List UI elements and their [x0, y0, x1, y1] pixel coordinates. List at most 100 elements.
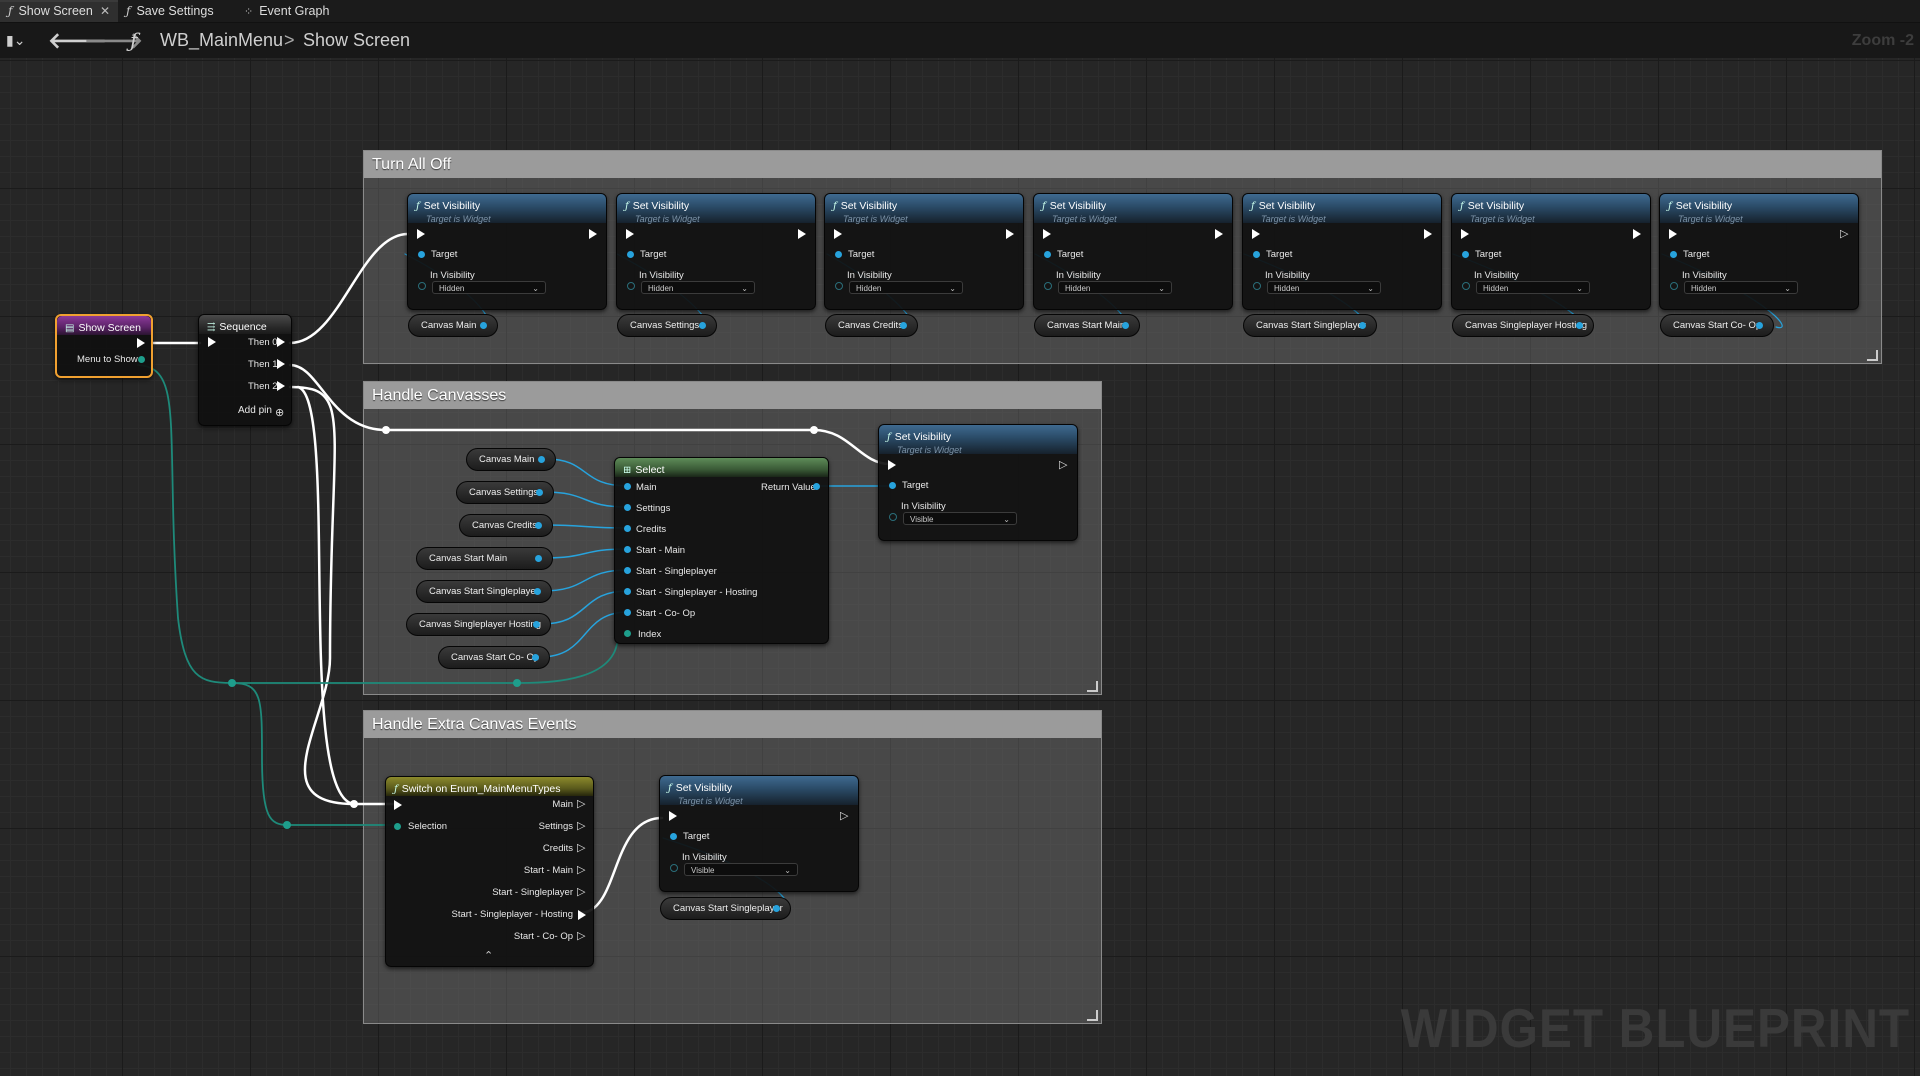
target-pin[interactable] — [418, 251, 425, 258]
breadcrumb-function[interactable]: Show Screen — [303, 23, 410, 58]
set-visibility-extra-node[interactable]: ƒ Set Visibility Target is Widget ▷ Targe… — [659, 775, 859, 892]
exec-input-pin[interactable] — [394, 800, 402, 810]
exec-output-pin[interactable]: ▷ — [577, 799, 586, 810]
visibility-pin[interactable] — [1253, 282, 1261, 290]
target-pin[interactable] — [1253, 251, 1260, 258]
canvas-getter[interactable]: Canvas Start Singleplayer — [660, 897, 791, 920]
visibility-pin[interactable] — [1044, 282, 1052, 290]
visibility-dropdown[interactable]: Hidden ⌄ — [849, 281, 963, 294]
canvas-getter[interactable]: Canvas Singleplayer Hosting — [406, 613, 551, 636]
object-output-pin[interactable] — [1576, 322, 1583, 329]
reroute-knot[interactable] — [283, 821, 291, 829]
graph-canvas[interactable]: Turn All Off Handle Canvasses Handle Ext… — [0, 58, 1920, 1076]
visibility-dropdown[interactable]: Hidden ⌄ — [1684, 281, 1798, 294]
exec-output-pin[interactable]: ▷ — [577, 843, 586, 854]
exec-output-pin[interactable] — [137, 338, 145, 348]
exec-output-pin[interactable] — [277, 381, 285, 391]
object-output-pin[interactable] — [480, 322, 487, 329]
collapse-chevron-icon[interactable]: ⌃ — [484, 949, 493, 962]
set-visibility-hidden-node[interactable]: ƒ Set Visibility Target is Widget Target In … — [1033, 193, 1233, 310]
exec-input-pin[interactable] — [1043, 229, 1051, 239]
exec-input-pin[interactable] — [208, 337, 216, 347]
set-visibility-hidden-node[interactable]: ƒ Set Visibility Target is Widget Target In … — [616, 193, 816, 310]
bookmark-icon[interactable]: ▮⌄ — [6, 23, 25, 58]
selection-pin[interactable] — [394, 823, 401, 830]
exec-output-pin[interactable]: ▷ — [577, 865, 586, 876]
canvas-getter[interactable]: Canvas Start Main — [416, 547, 553, 570]
visibility-dropdown[interactable]: Visible ⌄ — [903, 512, 1017, 525]
set-visibility-hidden-node[interactable]: ƒ Set Visibility Target is Widget Target In … — [1451, 193, 1651, 310]
exec-output-pin[interactable] — [1215, 229, 1223, 239]
target-pin[interactable] — [835, 251, 842, 258]
object-output-pin[interactable] — [1359, 322, 1366, 329]
exec-output-pin[interactable] — [1633, 229, 1641, 239]
exec-output-pin[interactable] — [589, 229, 597, 239]
visibility-pin[interactable] — [1462, 282, 1470, 290]
object-output-pin[interactable] — [535, 555, 542, 562]
enum-output-pin[interactable] — [138, 356, 145, 363]
exec-output-pin[interactable]: ▷ — [577, 931, 586, 942]
object-output-pin[interactable] — [773, 905, 780, 912]
object-output-pin[interactable] — [534, 588, 541, 595]
visibility-dropdown[interactable]: Hidden ⌄ — [432, 281, 546, 294]
index-pin[interactable] — [624, 630, 631, 637]
close-icon[interactable]: ✕ — [100, 2, 110, 21]
object-output-pin[interactable] — [1756, 322, 1763, 329]
exec-output-pin[interactable] — [798, 229, 806, 239]
canvas-getter[interactable]: Canvas Settings — [456, 481, 554, 504]
resize-handle[interactable] — [1087, 1010, 1098, 1021]
exec-output-pin[interactable] — [277, 359, 285, 369]
target-pin[interactable] — [1670, 251, 1677, 258]
exec-input-pin[interactable] — [1252, 229, 1260, 239]
set-visibility-hidden-node[interactable]: ƒ Set Visibility Target is Widget Target In … — [824, 193, 1024, 310]
object-output-pin[interactable] — [536, 489, 543, 496]
exec-input-pin[interactable] — [1669, 229, 1677, 239]
canvas-getter[interactable]: Canvas Start Singleplayer — [416, 580, 552, 603]
exec-input-pin[interactable] — [626, 229, 634, 239]
target-pin[interactable] — [627, 251, 634, 258]
exec-output-pin[interactable]: ▷ — [577, 887, 586, 898]
exec-output-pin[interactable]: ▷ — [1840, 229, 1849, 240]
visibility-dropdown[interactable]: Hidden ⌄ — [641, 281, 755, 294]
show-screen-entry-node[interactable]: ▤ Show Screen Menu to Show — [55, 314, 153, 378]
reroute-knot[interactable] — [228, 679, 236, 687]
visibility-pin[interactable] — [627, 282, 635, 290]
canvas-getter[interactable]: Canvas Main — [466, 448, 556, 471]
visibility-dropdown[interactable]: Hidden ⌄ — [1267, 281, 1381, 294]
object-output-pin[interactable] — [535, 522, 542, 529]
visibility-pin[interactable] — [418, 282, 426, 290]
exec-input-pin[interactable] — [1461, 229, 1469, 239]
exec-input-pin[interactable] — [417, 229, 425, 239]
option-pin[interactable] — [624, 588, 631, 595]
option-pin[interactable] — [624, 567, 631, 574]
target-pin[interactable] — [1462, 251, 1469, 258]
canvas-getter[interactable]: Canvas Credits — [825, 314, 918, 337]
sequence-node[interactable]: ⇶ Sequence Then 0 Then 1 Then 2 Add pin ⊕ — [198, 314, 292, 426]
exec-output-pin[interactable]: ▷ — [840, 811, 849, 822]
return-value-pin[interactable] — [813, 483, 820, 490]
canvas-getter[interactable]: Canvas Main — [408, 314, 498, 337]
exec-output-pin[interactable] — [1424, 229, 1432, 239]
exec-output-pin[interactable]: ▷ — [577, 821, 586, 832]
set-visibility-hidden-node[interactable]: ƒ Set Visibility Target is Widget Target In … — [407, 193, 607, 310]
set-visibility-visible-node[interactable]: ƒ Set Visibility Target is Widget ▷ Targe… — [878, 424, 1078, 541]
exec-input-pin[interactable] — [888, 460, 896, 470]
option-pin[interactable] — [624, 504, 631, 511]
object-output-pin[interactable] — [699, 322, 706, 329]
object-output-pin[interactable] — [538, 456, 545, 463]
exec-output-pin[interactable] — [277, 337, 285, 347]
option-pin[interactable] — [624, 525, 631, 532]
visibility-pin[interactable] — [835, 282, 843, 290]
breadcrumb-blueprint[interactable]: WB_MainMenu — [160, 23, 283, 58]
exec-output-pin[interactable] — [1006, 229, 1014, 239]
option-pin[interactable] — [624, 483, 631, 490]
canvas-getter[interactable]: Canvas Credits — [459, 514, 553, 537]
option-pin[interactable] — [624, 609, 631, 616]
canvas-getter[interactable]: Canvas Settings — [617, 314, 717, 337]
object-output-pin[interactable] — [532, 654, 539, 661]
canvas-getter[interactable]: Canvas Start Main — [1034, 314, 1140, 337]
switch-enum-node[interactable]: ƒ Switch on Enum_MainMenuTypes Selection … — [385, 776, 594, 967]
canvas-getter[interactable]: Canvas Singleplayer Hosting — [1452, 314, 1594, 337]
visibility-dropdown[interactable]: Visible ⌄ — [684, 863, 798, 876]
tab-show-screen[interactable]: ƒ Show Screen ✕ — [0, 0, 118, 22]
